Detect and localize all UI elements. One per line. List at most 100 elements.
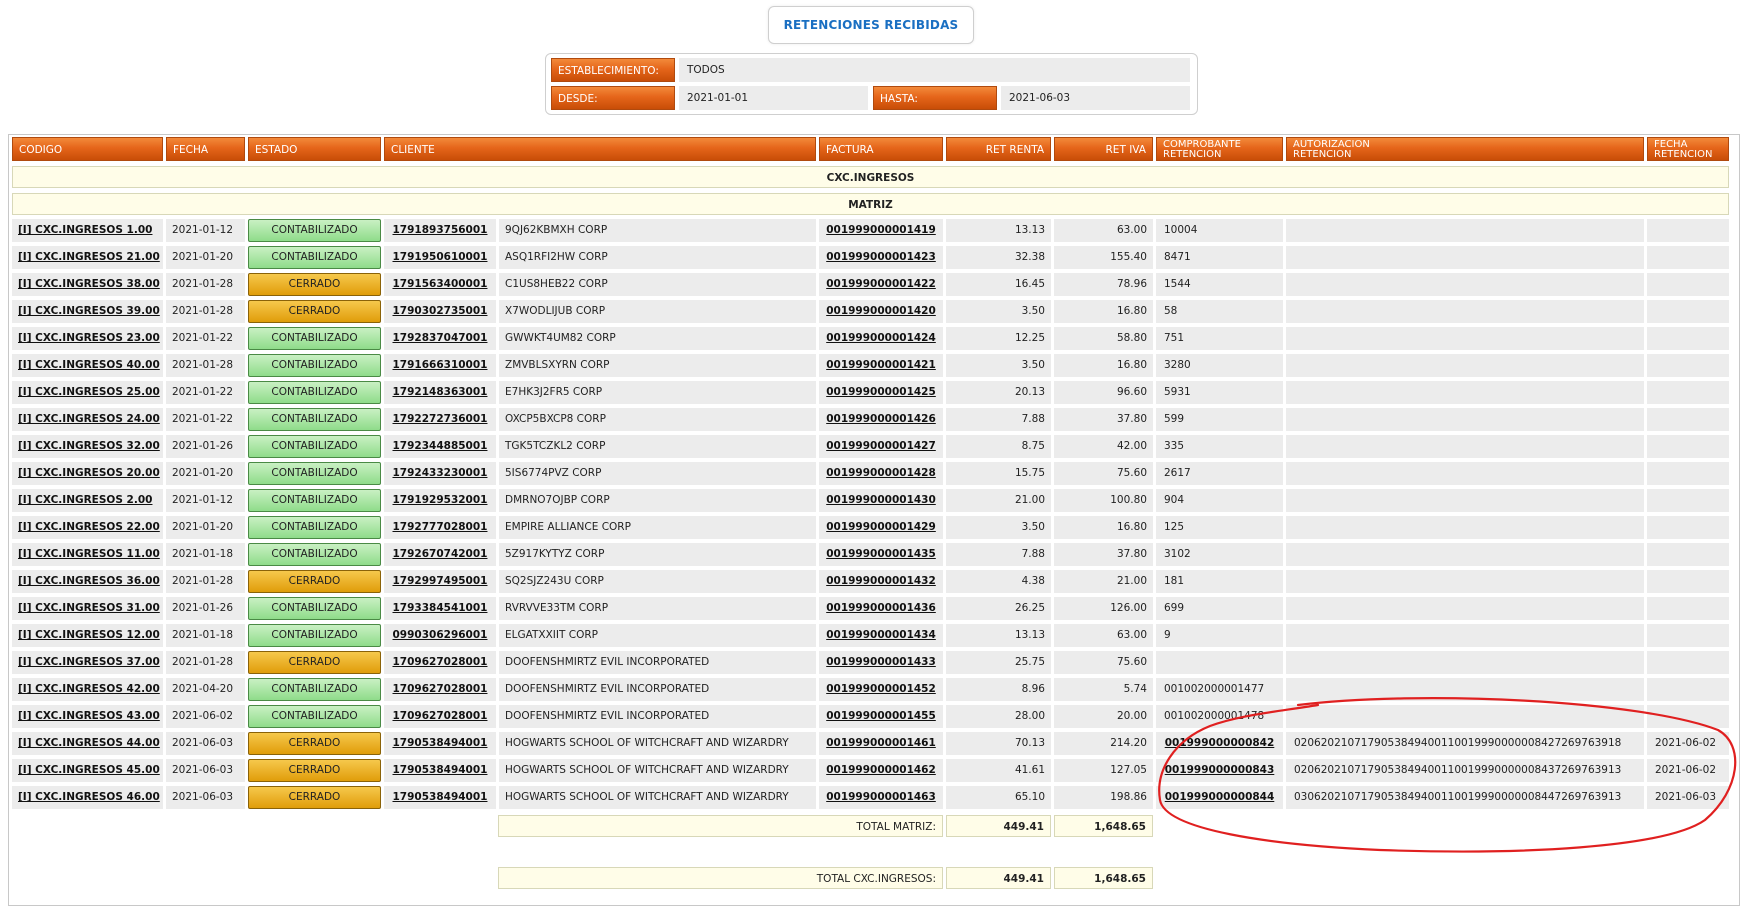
cell-codigo[interactable]: [I] CXC.INGRESOS 37.00 [12,651,163,674]
cell-codigo[interactable]: [I] CXC.INGRESOS 21.00 [12,246,163,269]
cell-ruc[interactable]: 1792433230001 [384,462,496,485]
cell-ruc[interactable]: 1790538494001 [384,759,496,782]
header-factura[interactable]: FACTURA [819,137,943,161]
cell-codigo[interactable]: [I] CXC.INGRESOS 20.00 [12,462,163,485]
cell-fecha-retencion: 2021-06-03 [1647,786,1729,809]
cell-factura[interactable]: 001999000001428 [819,462,943,485]
cell-codigo[interactable]: [I] CXC.INGRESOS 45.00 [12,759,163,782]
cell-codigo[interactable]: [I] CXC.INGRESOS 25.00 [12,381,163,404]
cell-ruc[interactable]: 1709627028001 [384,651,496,674]
desde-field[interactable]: 2021-01-01 [679,86,868,110]
cell-factura[interactable]: 001999000001429 [819,516,943,539]
cell-cliente: SQ2SJZ243U CORP [499,570,816,593]
cell-ruc[interactable]: 1791563400001 [384,273,496,296]
cell-codigo[interactable]: [I] CXC.INGRESOS 39.00 [12,300,163,323]
cell-codigo[interactable]: [I] CXC.INGRESOS 2.00 [12,489,163,512]
desde-label: DESDE: [551,86,675,110]
cell-ruc[interactable]: 1792997495001 [384,570,496,593]
cell-factura[interactable]: 001999000001425 [819,381,943,404]
cell-comprobante[interactable]: 001999000000842 [1156,732,1283,755]
cell-ret-renta: 25.75 [946,651,1051,674]
header-autorizacion[interactable]: AUTORIZACION RETENCION [1286,137,1644,161]
cell-ruc[interactable]: 1790538494001 [384,732,496,755]
cell-ruc[interactable]: 1791929532001 [384,489,496,512]
cell-factura[interactable]: 001999000001433 [819,651,943,674]
cell-ruc[interactable]: 1792272736001 [384,408,496,431]
header-codigo[interactable]: CODIGO [12,137,163,161]
cell-comprobante[interactable]: 001999000000844 [1156,786,1283,809]
cell-ruc[interactable]: 1709627028001 [384,705,496,728]
header-fecha[interactable]: FECHA [166,137,245,161]
cell-ruc[interactable]: 1709627028001 [384,678,496,701]
cell-ret-iva: 16.80 [1054,300,1153,323]
cell-ruc[interactable]: 1791950610001 [384,246,496,269]
cell-codigo[interactable]: [I] CXC.INGRESOS 44.00 [12,732,163,755]
cell-ruc[interactable]: 1791666310001 [384,354,496,377]
cell-factura[interactable]: 001999000001455 [819,705,943,728]
table-row: [I] CXC.INGRESOS 22.00 2021-01-20 CONTABIL… [0,515,1742,542]
status-badge: CERRADO [248,732,381,755]
cell-codigo[interactable]: [I] CXC.INGRESOS 46.00 [12,786,163,809]
cell-factura[interactable]: 001999000001427 [819,435,943,458]
cell-ret-iva: 198.86 [1054,786,1153,809]
cell-codigo[interactable]: [I] CXC.INGRESOS 12.00 [12,624,163,647]
cell-ruc[interactable]: 1792837047001 [384,327,496,350]
cell-ruc[interactable]: 1793384541001 [384,597,496,620]
cell-cliente: HOGWARTS SCHOOL OF WITCHCRAFT AND WIZARD… [499,759,816,782]
header-estado[interactable]: ESTADO [248,137,381,161]
header-comprobante[interactable]: COMPROBANTE RETENCION [1156,137,1283,161]
cell-ret-renta: 7.88 [946,408,1051,431]
cell-ruc[interactable]: 1791893756001 [384,219,496,242]
cell-factura[interactable]: 001999000001461 [819,732,943,755]
hasta-field[interactable]: 2021-06-03 [1001,86,1190,110]
cell-ruc[interactable]: 1792344885001 [384,435,496,458]
cell-factura[interactable]: 001999000001463 [819,786,943,809]
cell-factura[interactable]: 001999000001436 [819,597,943,620]
cell-factura[interactable]: 001999000001435 [819,543,943,566]
cell-ruc[interactable]: 1790538494001 [384,786,496,809]
cell-codigo[interactable]: [I] CXC.INGRESOS 42.00 [12,678,163,701]
cell-factura[interactable]: 001999000001426 [819,408,943,431]
cell-comprobante[interactable]: 001999000000843 [1156,759,1283,782]
cell-codigo[interactable]: [I] CXC.INGRESOS 23.00 [12,327,163,350]
table-row: [I] CXC.INGRESOS 23.00 2021-01-22 CONTABIL… [0,326,1742,353]
cell-codigo[interactable]: [I] CXC.INGRESOS 36.00 [12,570,163,593]
cell-ret-iva: 126.00 [1054,597,1153,620]
cell-factura[interactable]: 001999000001420 [819,300,943,323]
cell-factura[interactable]: 001999000001462 [819,759,943,782]
cell-fecha: 2021-01-26 [166,597,245,620]
cell-factura[interactable]: 001999000001452 [819,678,943,701]
cell-autorizacion [1286,624,1644,647]
cell-ruc[interactable]: 1792670742001 [384,543,496,566]
cell-factura[interactable]: 001999000001421 [819,354,943,377]
cell-factura[interactable]: 001999000001430 [819,489,943,512]
cell-autorizacion [1286,408,1644,431]
cell-codigo[interactable]: [I] CXC.INGRESOS 32.00 [12,435,163,458]
hasta-label: HASTA: [873,86,997,110]
status-badge: CONTABILIZADO [248,543,381,566]
cell-autorizacion [1286,543,1644,566]
cell-ruc[interactable]: 0990306296001 [384,624,496,647]
cell-factura[interactable]: 001999000001423 [819,246,943,269]
cell-codigo[interactable]: [I] CXC.INGRESOS 31.00 [12,597,163,620]
cell-factura[interactable]: 001999000001422 [819,273,943,296]
cell-ruc[interactable]: 1792777028001 [384,516,496,539]
header-fecha-retencion[interactable]: FECHA RETENCION [1647,137,1729,161]
cell-codigo[interactable]: [I] CXC.INGRESOS 40.00 [12,354,163,377]
header-ret-iva[interactable]: RET IVA [1054,137,1153,161]
cell-codigo[interactable]: [I] CXC.INGRESOS 43.00 [12,705,163,728]
cell-codigo[interactable]: [I] CXC.INGRESOS 38.00 [12,273,163,296]
cell-factura[interactable]: 001999000001432 [819,570,943,593]
cell-codigo[interactable]: [I] CXC.INGRESOS 24.00 [12,408,163,431]
cell-factura[interactable]: 001999000001434 [819,624,943,647]
header-ret-renta[interactable]: RET RENTA [946,137,1051,161]
cell-codigo[interactable]: [I] CXC.INGRESOS 11.00 [12,543,163,566]
header-cliente[interactable]: CLIENTE [384,137,816,161]
cell-ruc[interactable]: 1792148363001 [384,381,496,404]
cell-factura[interactable]: 001999000001419 [819,219,943,242]
establecimiento-field[interactable]: TODOS [679,58,1190,82]
cell-codigo[interactable]: [I] CXC.INGRESOS 1.00 [12,219,163,242]
cell-factura[interactable]: 001999000001424 [819,327,943,350]
cell-codigo[interactable]: [I] CXC.INGRESOS 22.00 [12,516,163,539]
cell-ruc[interactable]: 1790302735001 [384,300,496,323]
